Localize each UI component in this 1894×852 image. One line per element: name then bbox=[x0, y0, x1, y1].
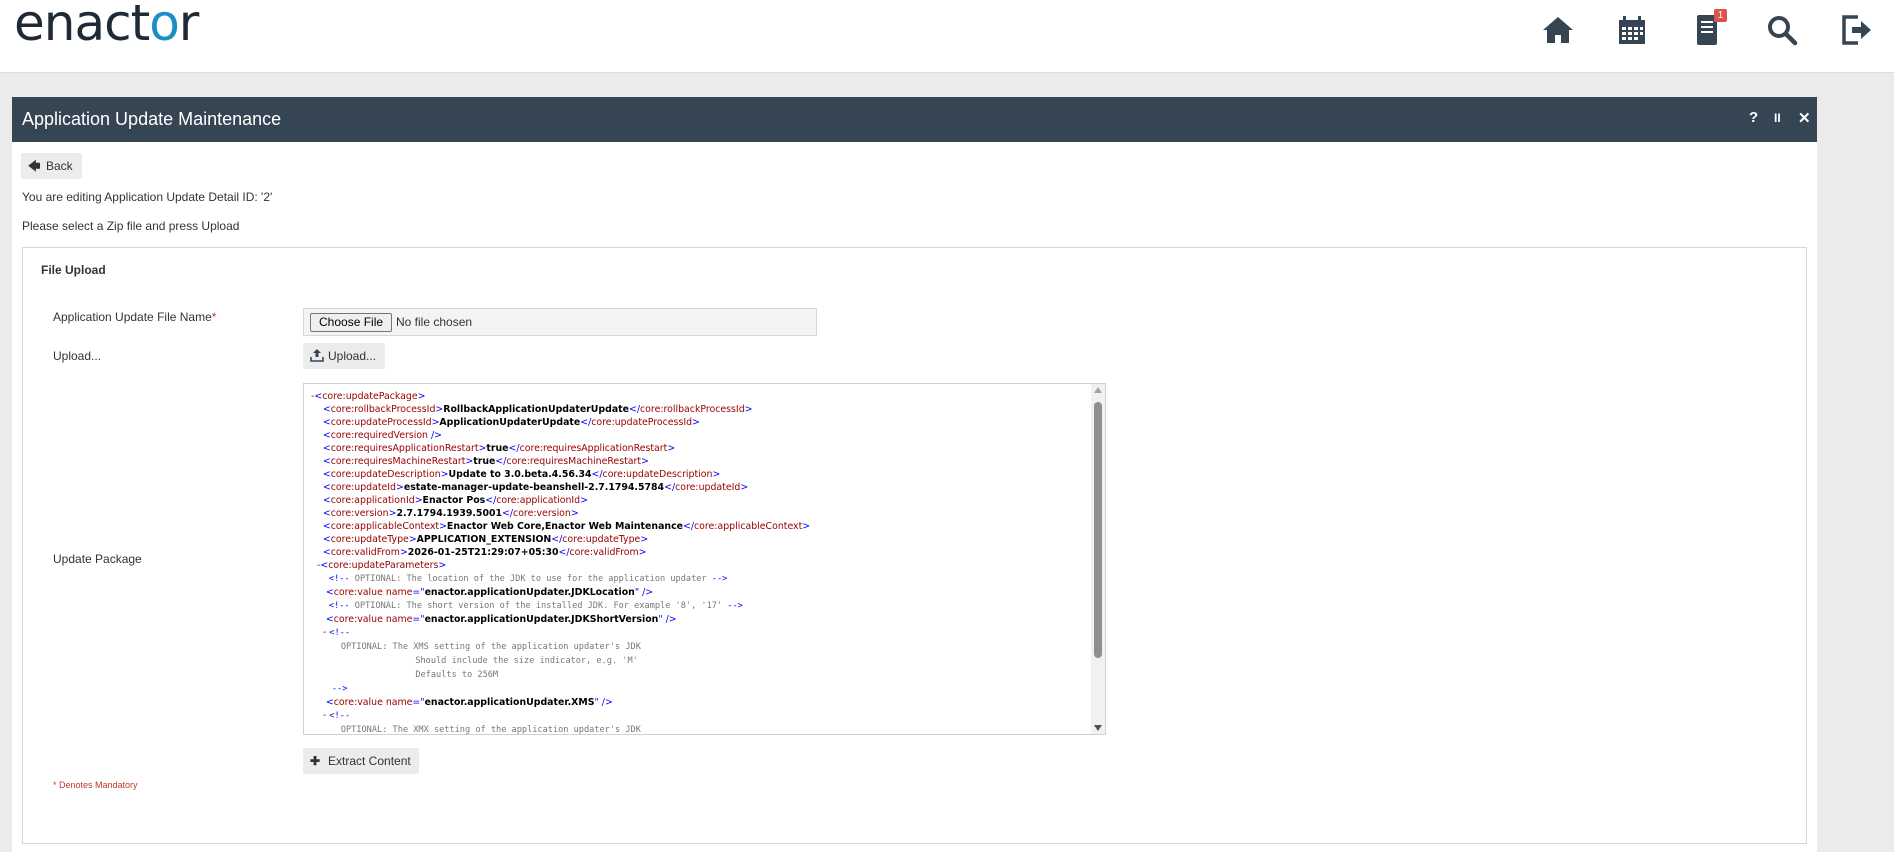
top-bar: enactor 1 bbox=[0, 0, 1894, 73]
file-input[interactable]: Choose File No file chosen bbox=[303, 308, 817, 336]
upload-label: Upload... bbox=[53, 349, 102, 363]
file-name-label: Application Update File Name* bbox=[53, 310, 216, 324]
window-title: Application Update Maintenance bbox=[22, 109, 282, 129]
back-button[interactable]: 🡄 Back bbox=[21, 153, 82, 179]
upload-button-label: Upload... bbox=[328, 349, 377, 363]
vertical-scrollbar[interactable] bbox=[1091, 384, 1105, 734]
close-button[interactable]: ✕ bbox=[1798, 109, 1811, 127]
logo-text-end: r bbox=[178, 0, 200, 52]
window-title-bar: Application Update Maintenance ? II ✕ bbox=[12, 97, 1817, 142]
logout-icon[interactable] bbox=[1838, 12, 1874, 50]
update-package-label: Update Package bbox=[53, 552, 142, 566]
help-button[interactable]: ? bbox=[1749, 109, 1758, 126]
extract-content-button[interactable]: ✚ Extract Content bbox=[303, 748, 419, 774]
pause-button[interactable]: II bbox=[1774, 111, 1781, 125]
enactor-logo[interactable]: enactor bbox=[14, 0, 200, 52]
maintenance-window: Application Update Maintenance ? II ✕ 🡄 B… bbox=[12, 97, 1817, 852]
logo-text-start: enact bbox=[14, 0, 150, 52]
mandatory-note: * Denotes Mandatory bbox=[53, 780, 138, 790]
scroll-up-icon[interactable] bbox=[1094, 387, 1102, 393]
upload-button[interactable]: Upload... bbox=[303, 343, 385, 369]
extract-button-label: Extract Content bbox=[328, 754, 411, 768]
calendar-icon[interactable] bbox=[1614, 12, 1650, 50]
scroll-down-icon[interactable] bbox=[1094, 725, 1102, 731]
choose-file-button[interactable]: Choose File bbox=[310, 313, 393, 332]
back-button-label: Back bbox=[46, 159, 73, 173]
plus-icon: ✚ bbox=[310, 754, 321, 768]
file-status: No file chosen bbox=[396, 315, 473, 329]
section-title: File Upload bbox=[41, 263, 106, 277]
file-upload-section: File Upload Application Update File Name… bbox=[22, 247, 1807, 844]
scroll-thumb[interactable] bbox=[1094, 402, 1102, 658]
file-name-label-text: Application Update File Name bbox=[53, 310, 212, 324]
home-icon[interactable] bbox=[1540, 12, 1576, 50]
notification-badge: 1 bbox=[1714, 9, 1727, 22]
document-icon[interactable]: 1 bbox=[1689, 9, 1727, 50]
editing-info: You are editing Application Update Detai… bbox=[22, 190, 273, 204]
update-package-viewer[interactable]: -<core:updatePackage> <core:rollbackProc… bbox=[303, 383, 1106, 735]
instruction-text: Please select a Zip file and press Uploa… bbox=[22, 219, 240, 233]
arrow-left-icon: 🡄 bbox=[28, 159, 41, 173]
xml-content: -<core:updatePackage> <core:rollbackProc… bbox=[311, 391, 811, 735]
required-marker: * bbox=[211, 310, 217, 324]
search-icon[interactable] bbox=[1764, 12, 1800, 50]
upload-icon bbox=[310, 343, 328, 369]
logo-text-o: o bbox=[149, 0, 180, 52]
